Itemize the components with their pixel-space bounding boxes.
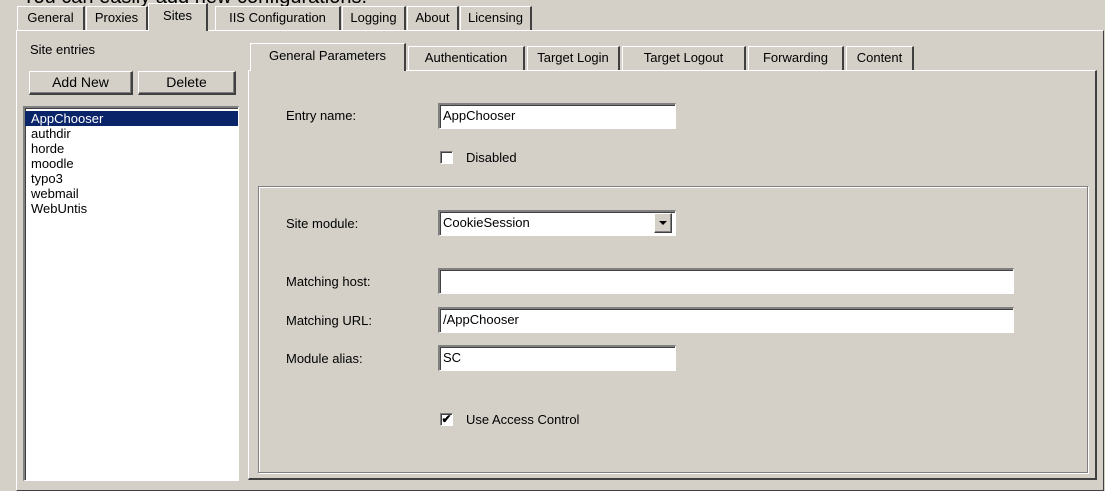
tab-licensing[interactable]: Licensing: [460, 6, 532, 30]
tab-target-logout[interactable]: Target Logout: [622, 46, 746, 70]
list-item[interactable]: webmail: [25, 186, 238, 201]
tab-logging[interactable]: Logging: [342, 6, 406, 30]
tab-sites[interactable]: Sites: [148, 3, 208, 31]
site-module-label: Site module:: [286, 216, 359, 231]
chevron-down-icon[interactable]: [654, 213, 672, 233]
use-access-control-checkbox[interactable]: ✔: [440, 413, 453, 426]
site-module-select[interactable]: CookieSession: [438, 210, 676, 236]
list-item[interactable]: authdir: [25, 126, 238, 141]
tab-about[interactable]: About: [407, 6, 459, 30]
tab-forwarding[interactable]: Forwarding: [748, 46, 844, 70]
site-entries-label: Site entries: [30, 42, 96, 57]
matching-url-field[interactable]: /AppChooser: [438, 307, 1014, 333]
tab-proxies[interactable]: Proxies: [86, 6, 148, 30]
tab-content[interactable]: Content: [846, 46, 914, 70]
add-new-button[interactable]: Add New: [29, 71, 133, 95]
disabled-checkbox[interactable]: [440, 151, 453, 164]
disabled-label: Disabled: [466, 150, 517, 165]
matching-host-field[interactable]: [438, 268, 1014, 294]
list-item[interactable]: WebUntis: [25, 201, 238, 216]
list-item[interactable]: typo3: [25, 171, 238, 186]
site-entries-list[interactable]: AppChooser authdir horde moodle typo3 we…: [23, 106, 239, 481]
use-access-control-label: Use Access Control: [466, 412, 580, 427]
entry-name-label: Entry name:: [286, 108, 357, 123]
list-item[interactable]: horde: [25, 141, 238, 156]
tab-general[interactable]: General: [17, 6, 85, 30]
matching-url-label: Matching URL:: [286, 313, 372, 328]
tab-general-parameters[interactable]: General Parameters: [250, 43, 406, 71]
module-alias-label: Module alias:: [286, 351, 363, 366]
tab-iis-configuration[interactable]: IIS Configuration: [215, 6, 341, 30]
matching-host-label: Matching host:: [286, 274, 371, 289]
delete-button[interactable]: Delete: [138, 71, 236, 95]
tab-target-login[interactable]: Target Login: [527, 46, 620, 70]
entry-name-field[interactable]: AppChooser: [438, 103, 676, 129]
list-item[interactable]: moodle: [25, 156, 238, 171]
list-item[interactable]: AppChooser: [25, 111, 238, 126]
tab-authentication[interactable]: Authentication: [408, 46, 525, 70]
module-alias-field[interactable]: SC: [438, 345, 676, 371]
